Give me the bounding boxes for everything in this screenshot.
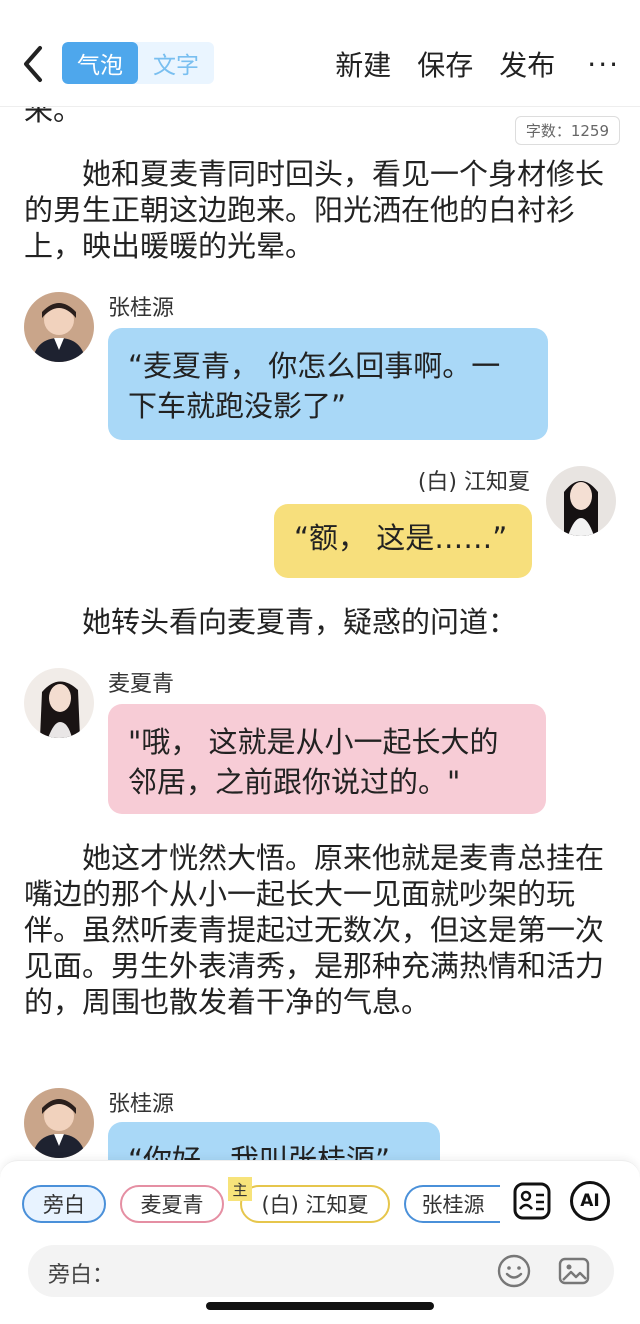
ai-assist-button[interactable]: AI — [570, 1181, 610, 1221]
header-actions: 新建 保存 发布 ··· — [335, 44, 620, 84]
avatar-zhang-guiyuan[interactable] — [24, 292, 94, 362]
dialogue-bubble[interactable]: “额， 这是……” — [274, 504, 532, 578]
role-chip-mai-xiaqing[interactable]: 麦夏青 — [120, 1185, 224, 1223]
speaker-name: 张桂源 — [108, 1092, 175, 1117]
dialogue-input[interactable]: 旁白： — [28, 1245, 614, 1297]
mode-toggle: 气泡 文字 — [62, 42, 214, 84]
mode-text-button[interactable]: 文字 — [138, 42, 214, 84]
story-paragraph-2: 她转头看向麦夏青，疑惑的问道： — [82, 605, 518, 639]
role-chip-jiang-zhixia[interactable]: (白) 江知夏 — [240, 1185, 390, 1223]
save-button[interactable]: 保存 — [417, 44, 473, 84]
more-options-button[interactable]: ··· — [587, 48, 620, 81]
speaker-name: 张桂源 — [108, 296, 175, 321]
role-chip-zhang-guiyuan[interactable]: 张桂源 — [404, 1185, 500, 1223]
main-character-badge: 主 — [228, 1177, 252, 1201]
role-list-icon[interactable] — [512, 1181, 552, 1221]
dialogue-bubble[interactable]: “你好，我叫张桂源” — [108, 1122, 440, 1160]
bottom-panel: 旁白 麦夏青 (白) 江知夏 主 张桂源 AI 旁白： — [0, 1160, 640, 1324]
role-chip-narration[interactable]: 旁白 — [22, 1185, 106, 1223]
dialogue-bubble[interactable]: “麦夏青， 你怎么回事啊。一下车就跑没影了” — [108, 328, 548, 440]
back-chevron-icon[interactable] — [16, 42, 50, 86]
speaker-name: (白) 江知夏 — [417, 470, 530, 495]
home-indicator — [206, 1302, 434, 1310]
avatar-jiang-zhixia[interactable] — [546, 466, 616, 536]
new-button[interactable]: 新建 — [335, 44, 391, 84]
emoji-icon[interactable] — [496, 1253, 532, 1289]
image-upload-icon[interactable] — [556, 1253, 592, 1289]
avatar-zhang-guiyuan[interactable] — [24, 1088, 94, 1158]
avatar-mai-xiaqing[interactable] — [24, 668, 94, 738]
story-paragraph-3: 她这才恍然大悟。原来他就是麦青总挂在嘴边的那个从小一起长大一见面就吵架的玩伴。虽… — [24, 841, 605, 1019]
top-bar: 气泡 文字 新建 保存 发布 ··· — [0, 0, 640, 107]
input-role-label: 旁白： — [48, 1263, 115, 1288]
story-content[interactable]: 来。 字数：1259 她和夏麦青同时回头，看见一个身材修长的男生正朝这边跑来。阳… — [0, 106, 640, 1160]
publish-button[interactable]: 发布 — [499, 44, 555, 84]
mode-bubble-button[interactable]: 气泡 — [62, 42, 138, 84]
word-count-badge: 字数：1259 — [514, 116, 620, 145]
dialogue-bubble[interactable]: "哦， 这就是从小一起长大的邻居，之前跟你说过的。" — [108, 704, 546, 814]
story-paragraph-1: 她和夏麦青同时回头，看见一个身材修长的男生正朝这边跑来。阳光洒在他的白衬衫上，映… — [24, 157, 605, 263]
speaker-name: 麦夏青 — [108, 672, 175, 697]
